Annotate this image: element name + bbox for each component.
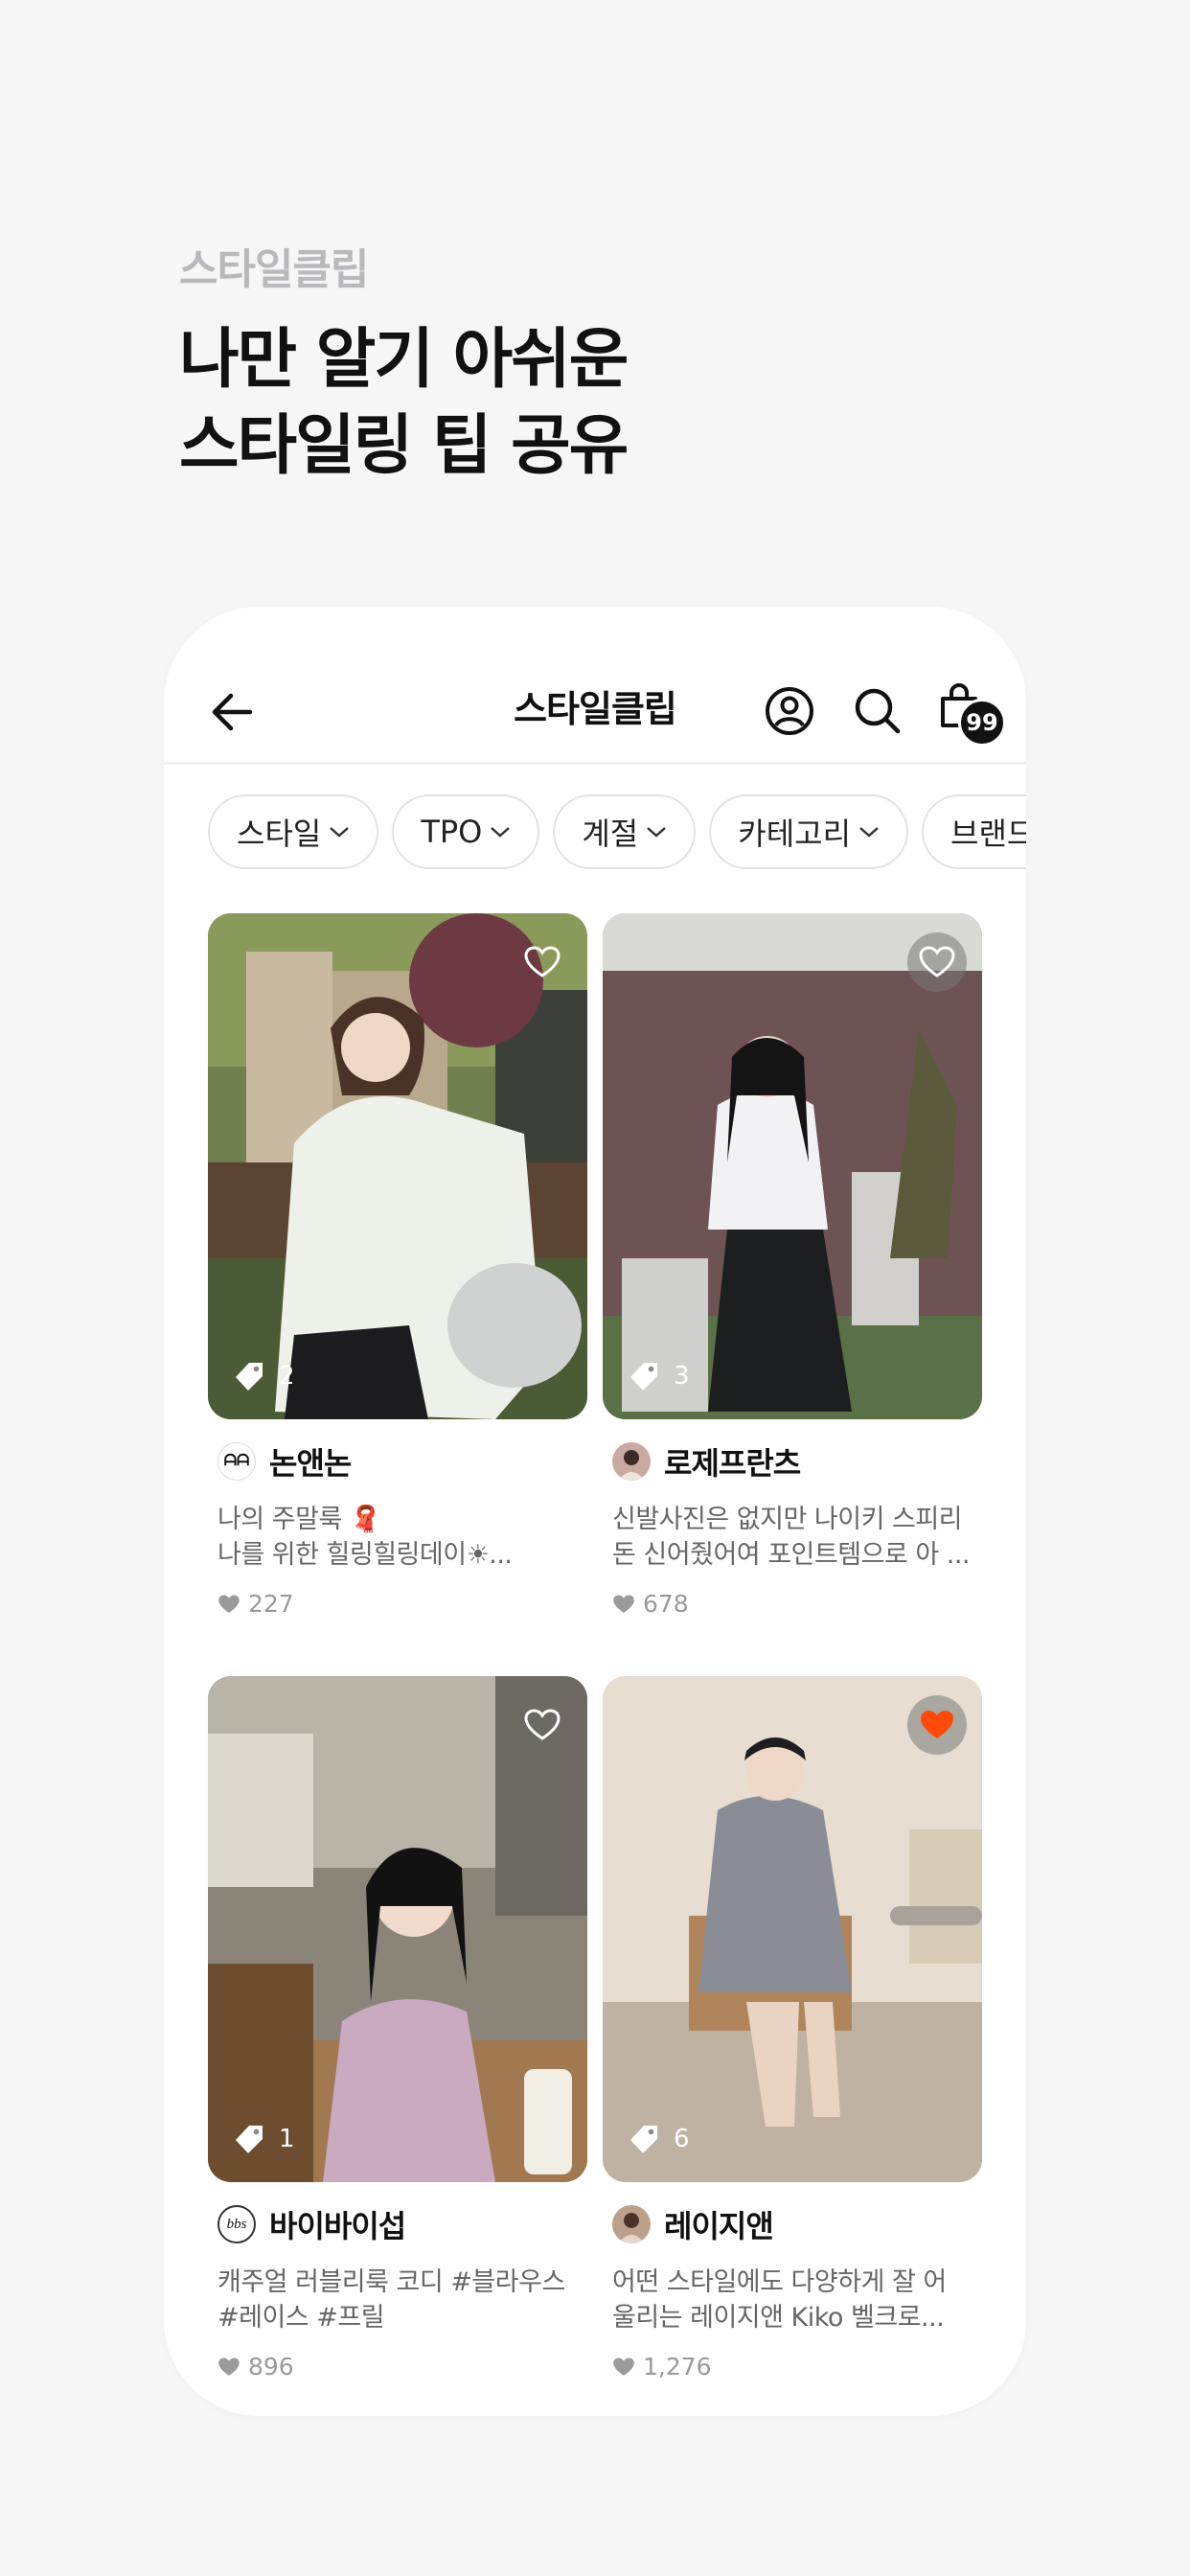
like-button[interactable] (907, 1695, 967, 1755)
heart-outline-icon (524, 946, 561, 978)
desc-line: 나를 위한 힐링힐링데이☀... (217, 1540, 513, 1570)
filter-chip-label: 카테고리 (738, 816, 852, 852)
style-photo[interactable]: 1 (208, 1676, 587, 2182)
like-button[interactable] (513, 932, 572, 992)
filter-chip-label: TPO (421, 814, 483, 850)
chevron-down-icon (647, 827, 667, 838)
desc-line: 울리는 레이지앤 Kiko 벨크로... (612, 2303, 945, 2333)
like-button[interactable] (907, 932, 967, 992)
promo-headline: 나만 알기 아쉬운 스타일링 팁 공유 (179, 317, 629, 490)
style-photo[interactable]: 2 (208, 913, 587, 1419)
filter-chip-style[interactable]: 스타일 (208, 794, 379, 869)
chevron-down-icon (491, 827, 511, 838)
desc-line: 어떤 스타일에도 다양하게 잘 어 (612, 2267, 947, 2297)
product-tag-count: 6 (628, 2123, 690, 2155)
like-button[interactable] (513, 1695, 572, 1755)
filter-chip-row: 스타일 TPO 계절 카테고리 브랜드 (208, 794, 1026, 869)
chevron-down-icon (330, 827, 350, 838)
product-tag-count: 1 (233, 2123, 295, 2155)
filter-chip-brand[interactable]: 브랜드 (922, 794, 1026, 869)
heart-outline-icon (919, 946, 955, 978)
tag-icon (630, 1363, 657, 1391)
search-icon (855, 688, 901, 734)
author-avatar (612, 2205, 651, 2243)
promo-headline-line2: 스타일링 팁 공유 (179, 408, 629, 484)
tag-count-value: 2 (279, 1362, 295, 1391)
search-button[interactable] (852, 685, 904, 737)
like-count-row: 1,276 (603, 2353, 982, 2380)
like-count: 678 (643, 1590, 689, 1618)
desc-line: 돈 신어줬어여 포인트템으로 아 ... (612, 1540, 971, 1570)
tag-icon (630, 2126, 657, 2153)
filter-chip-label: 스타일 (237, 816, 322, 852)
heart-icon (218, 1595, 240, 1613)
filter-chip-label: 브랜드 (950, 816, 1026, 852)
author-name: 레이지앤 (664, 2208, 774, 2244)
author-row[interactable]: ᗩᗩ 논앤논 (208, 1440, 587, 1483)
promo-headline-line1: 나만 알기 아쉬운 (179, 322, 629, 398)
cart-count-badge: 99 (958, 699, 1006, 747)
filter-chip-label: 계절 (582, 816, 639, 852)
user-circle-icon (766, 687, 813, 735)
clip-description: 어떤 스타일에도 다양하게 잘 어 울리는 레이지앤 Kiko 벨크로... (603, 2265, 976, 2335)
top-app-bar: 스타일클립 99 (164, 607, 1026, 765)
tag-icon (236, 2126, 263, 2153)
clip-description: 나의 주말룩 🧣 나를 위한 힐링힐링데이☀... (208, 1502, 582, 1573)
clip-description: 신발사진은 없지만 나이키 스피리 돈 신어줬어여 포인트템으로 아 ... (603, 1502, 976, 1573)
like-count: 227 (248, 1590, 294, 1618)
heart-outline-icon (524, 1709, 561, 1740)
desc-line: 나의 주말룩 🧣 (217, 1505, 381, 1534)
style-clip-card[interactable]: 2 ᗩᗩ 논앤논 나의 주말룩 🧣 나를 위한 힐링힐링데이☀... 227 (208, 913, 587, 1618)
like-count: 896 (248, 2353, 294, 2380)
tag-icon (236, 1363, 263, 1391)
author-row[interactable]: 레이지앤 (603, 2203, 982, 2245)
author-name: 논앤논 (269, 1445, 352, 1482)
profile-button[interactable] (764, 685, 815, 737)
like-count-row: 227 (208, 1590, 587, 1618)
clip-description: 캐주얼 러블리룩 코디 #블라우스 #레이스 #프릴 (208, 2265, 582, 2335)
product-tag-count: 2 (233, 1360, 295, 1392)
author-row[interactable]: 로제프란츠 (603, 1440, 982, 1483)
like-count-row: 678 (603, 1590, 982, 1618)
heart-icon (218, 2358, 240, 2376)
style-clip-card[interactable]: 3 로제프란츠 신발사진은 없지만 나이키 스피리 돈 신어줬어여 포인트템으로… (603, 913, 982, 1618)
style-photo[interactable]: 3 (603, 913, 982, 1419)
tag-count-value: 6 (674, 2125, 690, 2153)
filter-chip-tpo[interactable]: TPO (392, 794, 540, 869)
heart-icon (613, 2358, 634, 2376)
author-avatar (612, 1442, 651, 1481)
desc-line: 신발사진은 없지만 나이키 스피리 (612, 1505, 963, 1534)
desc-line: 캐주얼 러블리룩 코디 #블라우스 (217, 2267, 565, 2297)
desc-line: #레이스 #프릴 (217, 2303, 385, 2333)
style-clip-card[interactable]: 1 bbs 바이바이섭 캐주얼 러블리룩 코디 #블라우스 #레이스 #프릴 8… (208, 1676, 587, 2380)
like-count-row: 896 (208, 2353, 587, 2380)
style-photo[interactable]: 6 (603, 1676, 982, 2182)
tag-count-value: 3 (674, 1362, 690, 1391)
filter-chip-season[interactable]: 계절 (553, 794, 697, 869)
heart-filled-icon (921, 1711, 953, 1738)
phone-screen: 스타일클립 99 스타일 TPO 계절 카테고리 브랜드 2 ᗩᗩ 논앤논 나의… (164, 607, 1026, 2416)
author-row[interactable]: bbs 바이바이섭 (208, 2203, 587, 2245)
like-count: 1,276 (643, 2353, 712, 2380)
heart-icon (613, 1595, 634, 1613)
promo-header: 스타일클립 나만 알기 아쉬운 스타일링 팁 공유 (179, 235, 629, 490)
style-clip-card[interactable]: 6 레이지앤 어떤 스타일에도 다양하게 잘 어 울리는 레이지앤 Kiko 벨… (603, 1676, 982, 2380)
promo-eyebrow: 스타일클립 (179, 245, 369, 294)
filter-chip-category[interactable]: 카테고리 (709, 794, 909, 869)
author-name: 로제프란츠 (664, 1445, 801, 1482)
author-avatar: bbs (217, 2205, 256, 2243)
product-tag-count: 3 (628, 1360, 690, 1392)
chevron-down-icon (859, 827, 879, 838)
author-avatar: ᗩᗩ (217, 1442, 256, 1481)
author-name: 바이바이섭 (269, 2208, 406, 2244)
tag-count-value: 1 (279, 2125, 295, 2153)
